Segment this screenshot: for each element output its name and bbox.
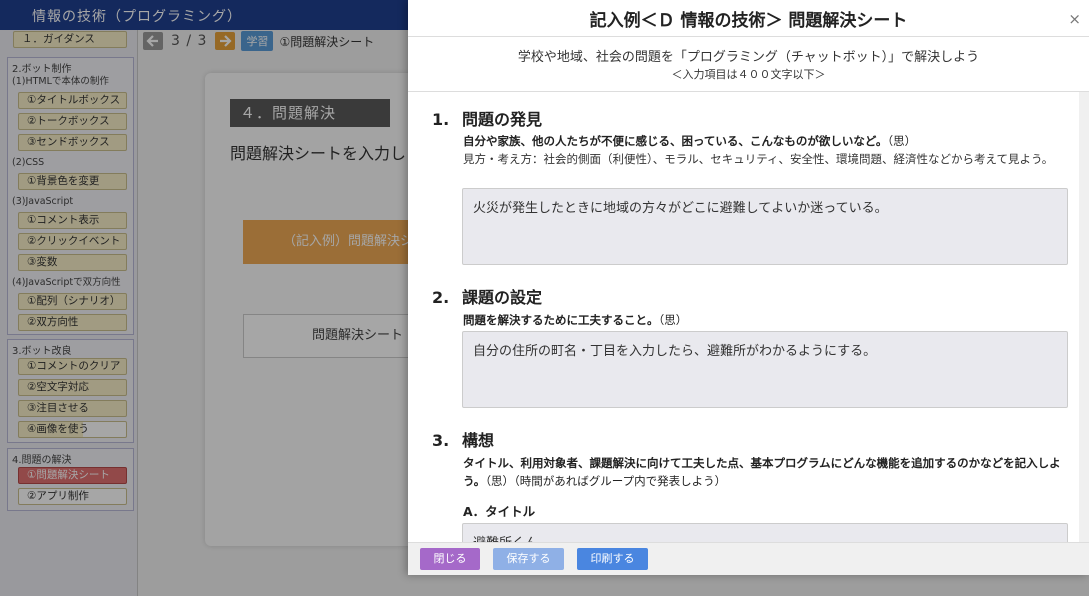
- section-prompt: 自分や家族、他の人たちが不便に感じる、困っている、こんなものが欲しいなど。（思）: [463, 132, 1069, 150]
- prompt-tag: （思）: [887, 134, 917, 148]
- section-hint: 見方・考え方：社会的側面（利便性）、モラル、セキュリティ、安全性、環境問題、経済…: [463, 152, 1054, 166]
- answer-field-title[interactable]: 避難所くん: [462, 523, 1068, 542]
- section-prompt: タイトル、利用対象者、課題解決に向けて工夫した点、基本プログラムにどんな機能を追…: [463, 454, 1069, 490]
- section-heading: 1. 問題の発見: [432, 106, 542, 130]
- section-number: 2.: [432, 288, 450, 307]
- modal-header: 記入例＜Ｄ 情報の技術＞ 問題解決シート ×: [408, 0, 1089, 37]
- close-icon[interactable]: ×: [1068, 10, 1081, 28]
- section-heading-text: 構想: [462, 431, 495, 450]
- answer-field-task[interactable]: 自分の住所の町名・丁目を入力したら、避難所がわかるようにする。: [462, 331, 1068, 408]
- section-heading-text: 課題の設定: [462, 288, 543, 307]
- prompt-tag: （思）（時間があればグループ内で発表しよう）: [485, 474, 727, 488]
- scrollbar[interactable]: [1079, 92, 1089, 542]
- prompt-text: 自分や家族、他の人たちが不便に感じる、困っている、こんなものが欲しいなど。: [463, 134, 888, 148]
- print-button[interactable]: 印刷する: [577, 548, 648, 570]
- modal-note: ＜入力項目は４００文字以下＞: [671, 68, 826, 81]
- modal-subtitle: 学校や地域、社会の問題を「プログラミング（チャットボット）」で解決しよう: [517, 50, 980, 65]
- section-heading: 2. 課題の設定: [432, 284, 542, 308]
- section-heading-text: 問題の発見: [462, 110, 543, 129]
- section-number: 3.: [432, 431, 450, 450]
- modal-footer: 閉じる 保存する 印刷する: [408, 542, 1089, 575]
- answer-field-problem[interactable]: 火災が発生したときに地域の方々がどこに避難してよいか迷っている。: [462, 188, 1068, 265]
- save-button[interactable]: 保存する: [493, 548, 564, 570]
- section-number: 1.: [432, 110, 450, 129]
- modal-title: 記入例＜Ｄ 情報の技術＞ 問題解決シート: [589, 11, 908, 31]
- close-button[interactable]: 閉じる: [420, 548, 480, 570]
- section-heading: 3. 構想: [432, 427, 494, 451]
- subsection-heading: A．タイトル: [463, 504, 536, 519]
- prompt-text: 問題を解決するために工夫すること。: [463, 313, 659, 327]
- modal-dialog: 記入例＜Ｄ 情報の技術＞ 問題解決シート × 学校や地域、社会の問題を「プログラ…: [408, 0, 1089, 575]
- prompt-tag: （思）: [658, 313, 688, 327]
- modal-body[interactable]: 1. 問題の発見 自分や家族、他の人たちが不便に感じる、困っている、こんなものが欲…: [408, 92, 1089, 542]
- section-prompt: 問題を解決するために工夫すること。（思）: [463, 311, 1069, 329]
- modal-subheader: 学校や地域、社会の問題を「プログラミング（チャットボット）」で解決しよう ＜入力…: [408, 37, 1089, 92]
